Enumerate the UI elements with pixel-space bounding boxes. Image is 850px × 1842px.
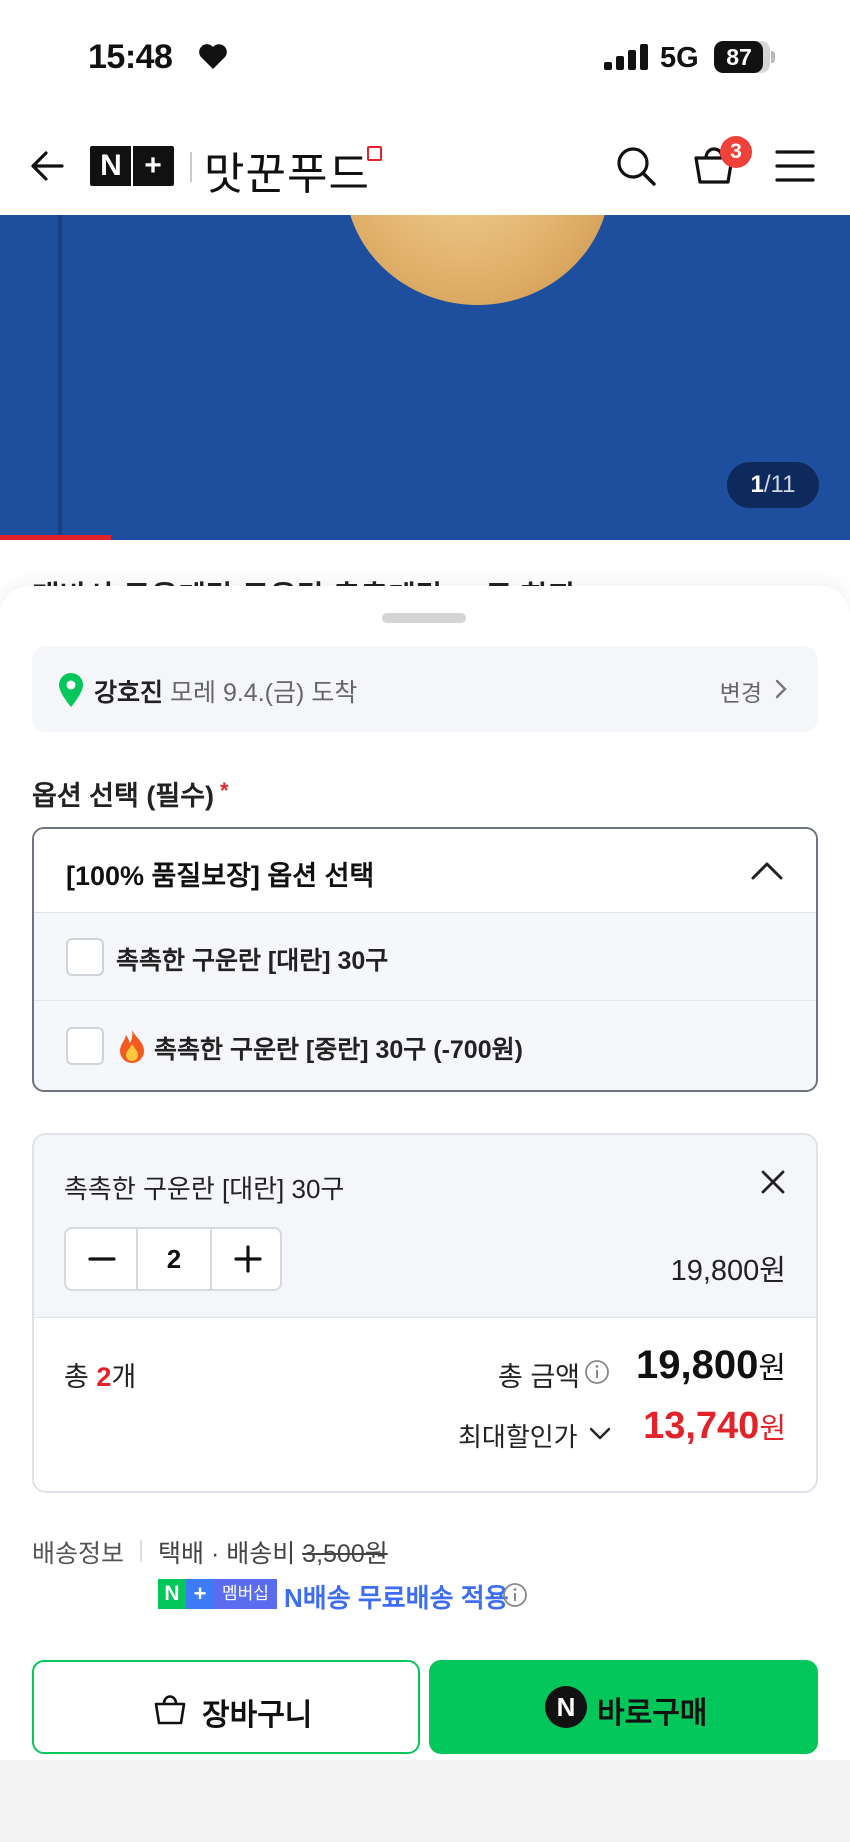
delivery-change-button[interactable]: 변경: [720, 674, 762, 708]
required-mark: *: [220, 778, 229, 803]
quantity-value[interactable]: 2: [138, 1229, 210, 1289]
option-item[interactable]: 촉촉한 구운란 [중란] 30구 (-700원): [34, 1002, 816, 1090]
option-dropdown-header[interactable]: [100% 품질보장] 옵션 선택: [34, 829, 816, 913]
option-item-label: 촉촉한 구운란 [중란] 30구 (-700원): [154, 1036, 523, 1064]
option-dropdown-title: [100% 품질보장] 옵션 선택: [66, 861, 375, 891]
shipping-divider: [140, 1540, 142, 1562]
membership-badge: N + 멤버십: [158, 1579, 277, 1609]
selected-option-card: 촉촉한 구운란 [대란] 30구 2 19,800원 총 2개 총 금액 19,…: [32, 1133, 818, 1493]
total-amount-unit: 원: [758, 1352, 786, 1385]
total-amount-label: 총 금액: [498, 1362, 581, 1392]
membership-badge-plus: +: [186, 1579, 214, 1609]
option-bottom-sheet: 강호진 모레 9.4.(금) 도착 변경 옵션 선택 (필수) * [100% …: [0, 586, 850, 1842]
carousel-progress: [0, 535, 850, 540]
image-counter: 1/11: [727, 462, 819, 508]
total-count-suffix: 개: [111, 1362, 137, 1392]
chevron-right-icon: [775, 679, 787, 699]
option-dropdown: [100% 품질보장] 옵션 선택 촉촉한 구운란 [대란] 30구 촉촉한 구…: [32, 827, 818, 1092]
max-discount-unit: 원: [759, 1413, 786, 1445]
back-arrow-icon[interactable]: [28, 146, 68, 186]
plus-icon: [234, 1245, 262, 1273]
delivery-eta: 모레 9.4.(금) 도착: [170, 679, 358, 707]
buy-now-label: 바로구매: [597, 1697, 708, 1730]
total-amount-value: 19,800: [636, 1343, 759, 1387]
info-icon[interactable]: [502, 1582, 528, 1608]
network-type: 5G: [660, 42, 699, 74]
battery-icon: 87: [714, 41, 776, 73]
product-egg-image: [345, 215, 610, 305]
menu-icon[interactable]: [774, 148, 816, 184]
total-count-value: 2: [96, 1362, 112, 1392]
max-discount-price: 13,740원: [643, 1405, 786, 1448]
store-name[interactable]: 맛꾼푸드: [204, 138, 370, 202]
image-total: 11: [770, 471, 796, 498]
recipient-name: 강호진: [94, 679, 164, 707]
location-pin-icon: [59, 673, 83, 707]
selected-option-name: 촉촉한 구운란 [대란] 30구: [64, 1174, 345, 1204]
brand-stamp-icon: [367, 146, 382, 161]
app-header: N + 맛꾼푸드 3: [0, 110, 850, 215]
option-section-label: 옵션 선택 (필수): [32, 781, 215, 811]
free-shipping-text: N배송 무료배송 적용: [284, 1583, 509, 1613]
option-item[interactable]: 촉촉한 구운란 [대란] 30구: [34, 913, 816, 1001]
delivery-info: 강호진 모레 9.4.(금) 도착 변경: [32, 646, 818, 732]
signal-icon: [604, 44, 648, 70]
membership-badge-n: N: [158, 1579, 186, 1609]
total-count-prefix: 총: [64, 1362, 97, 1392]
chevron-down-icon[interactable]: [588, 1425, 612, 1441]
shopping-bag-icon: [154, 1695, 186, 1725]
max-discount-label[interactable]: 최대할인가: [458, 1417, 578, 1454]
search-icon[interactable]: [614, 144, 658, 188]
image-current: 1: [750, 471, 764, 498]
shipping-fee: 3,500원: [302, 1540, 388, 1568]
header-divider: [190, 152, 192, 182]
option-checkbox[interactable]: [66, 1027, 104, 1065]
decrease-button[interactable]: [66, 1229, 138, 1289]
selected-option-row: 촉촉한 구운란 [대란] 30구 2 19,800원: [34, 1135, 816, 1318]
carousel-progress-fill: [0, 535, 111, 540]
image-fabric-seam: [58, 215, 62, 540]
shipping-method: 택배 · 배송비 3,500원: [158, 1534, 388, 1570]
bottom-safe-area: [0, 1760, 850, 1842]
quantity-stepper: 2: [64, 1227, 282, 1291]
logo-plus: +: [144, 149, 162, 182]
total-quantity: 총 2개: [64, 1355, 136, 1394]
add-to-cart-button[interactable]: 장바구니: [32, 1660, 420, 1754]
battery-level: 87: [726, 44, 752, 70]
sheet-grabber[interactable]: [382, 613, 466, 623]
shipping-info-label: 배송정보: [32, 1540, 125, 1568]
naver-plus-logo[interactable]: N +: [90, 146, 174, 186]
info-icon[interactable]: [584, 1359, 610, 1385]
cart-count-badge: 3: [720, 136, 752, 168]
buy-now-button[interactable]: N 바로구매: [429, 1660, 818, 1754]
fire-icon: [120, 1030, 144, 1063]
status-time: 15:48: [88, 38, 173, 76]
logo-n: N: [100, 149, 122, 182]
membership-badge-text: 멤버십: [214, 1579, 277, 1609]
total-amount: 19,800원: [636, 1343, 786, 1388]
product-image-carousel[interactable]: 1/11: [0, 215, 850, 540]
max-discount-value: 13,740: [643, 1405, 760, 1447]
selected-option-price: 19,800원: [670, 1255, 786, 1287]
option-item-label: 촉촉한 구운란 [대란] 30구: [116, 947, 389, 975]
status-bar: 15:48 5G 87: [0, 0, 850, 110]
image-sep: /: [763, 471, 771, 498]
naver-pay-icon: N: [545, 1686, 587, 1728]
chevron-up-icon: [751, 862, 783, 880]
minus-icon: [88, 1257, 116, 1261]
increase-button[interactable]: [210, 1229, 282, 1289]
heart-icon: [199, 44, 227, 69]
shipping-method-text: 택배 · 배송비: [158, 1540, 303, 1568]
close-icon[interactable]: [760, 1169, 786, 1195]
add-to-cart-label: 장바구니: [202, 1699, 313, 1732]
option-checkbox[interactable]: [66, 938, 104, 976]
